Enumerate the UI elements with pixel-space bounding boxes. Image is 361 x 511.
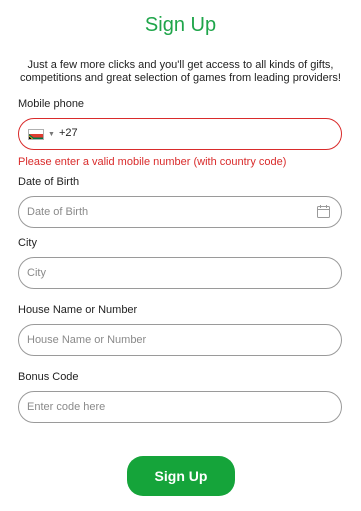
- bonus-code-input[interactable]: [27, 392, 317, 422]
- intro-text: Just a few more clicks and you'll get ac…: [19, 59, 341, 84]
- house-input[interactable]: [27, 325, 317, 355]
- house-field: [18, 324, 342, 356]
- mobile-phone-input[interactable]: [81, 119, 331, 149]
- south-africa-flag-icon[interactable]: [28, 129, 44, 140]
- city-label: City: [18, 237, 37, 249]
- mobile-phone-error: Please enter a valid mobile number (with…: [18, 156, 287, 168]
- bonus-code-field: [18, 391, 342, 423]
- dob-field: [18, 196, 342, 228]
- country-code: +27: [59, 127, 78, 139]
- page-title: Sign Up: [144, 14, 217, 36]
- bonus-code-label: Bonus Code: [18, 371, 79, 383]
- calendar-icon[interactable]: [317, 205, 330, 218]
- mobile-phone-field: ▼ +27: [18, 118, 342, 150]
- country-dropdown-caret-icon[interactable]: ▼: [48, 131, 55, 138]
- dob-input[interactable]: [27, 197, 317, 227]
- mobile-phone-label: Mobile phone: [18, 98, 85, 110]
- city-input[interactable]: [27, 258, 317, 288]
- house-label: House Name or Number: [18, 304, 138, 316]
- dob-label: Date of Birth: [18, 176, 80, 188]
- city-field: [18, 257, 342, 289]
- sign-up-button[interactable]: Sign Up: [127, 456, 235, 496]
